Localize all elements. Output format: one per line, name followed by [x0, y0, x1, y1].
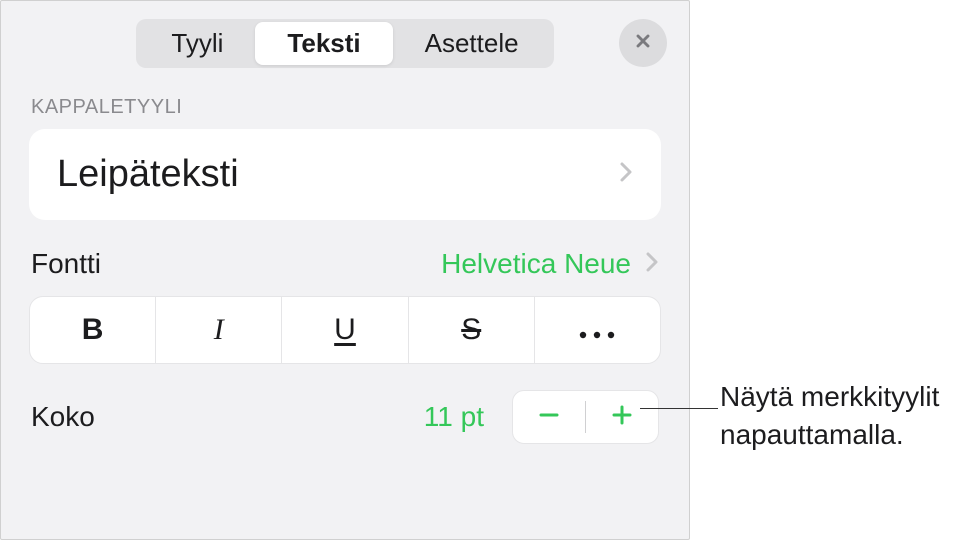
- size-value: 11 pt: [424, 401, 484, 433]
- tab-style[interactable]: Tyyli: [139, 22, 255, 65]
- italic-button[interactable]: I: [156, 297, 282, 363]
- font-value-group: Helvetica Neue: [441, 248, 659, 280]
- close-button[interactable]: [619, 19, 667, 67]
- format-panel: Tyyli Teksti Asettele KAPPALETYYLI Leipä…: [0, 0, 690, 540]
- font-row[interactable]: Fontti Helvetica Neue: [1, 220, 689, 296]
- underline-icon: U: [334, 313, 356, 347]
- tab-arrange[interactable]: Asettele: [393, 22, 551, 65]
- more-options-button[interactable]: [535, 297, 660, 363]
- size-decrease-button[interactable]: [513, 391, 585, 443]
- font-label: Fontti: [31, 248, 101, 280]
- size-stepper: [512, 390, 659, 444]
- size-label: Koko: [31, 401, 95, 433]
- chevron-right-icon: [619, 160, 633, 189]
- tab-segmented-control: Tyyli Teksti Asettele: [136, 19, 553, 68]
- callout-line-2: napauttamalla.: [720, 416, 939, 454]
- plus-icon: [609, 402, 635, 433]
- close-icon: [633, 31, 653, 56]
- underline-button[interactable]: U: [282, 297, 408, 363]
- chevron-right-icon: [645, 250, 659, 279]
- paragraph-style-value: Leipäteksti: [57, 153, 239, 196]
- panel-header: Tyyli Teksti Asettele: [1, 1, 689, 88]
- callout-leader-line: [640, 408, 718, 409]
- callout-text: Näytä merkkityylit napauttamalla.: [720, 378, 939, 454]
- font-value: Helvetica Neue: [441, 248, 631, 280]
- paragraph-style-section-label: KAPPALETYYLI: [1, 88, 689, 129]
- strikethrough-icon: S: [461, 313, 481, 347]
- more-icon: [579, 313, 615, 347]
- callout-line-1: Näytä merkkityylit: [720, 378, 939, 416]
- minus-icon: [536, 402, 562, 433]
- strikethrough-button[interactable]: S: [409, 297, 535, 363]
- bold-button[interactable]: B: [30, 297, 156, 363]
- size-row: Koko 11 pt: [1, 364, 689, 444]
- tab-text[interactable]: Teksti: [255, 22, 392, 65]
- size-increase-button[interactable]: [586, 391, 658, 443]
- size-controls: 11 pt: [424, 390, 659, 444]
- paragraph-style-row[interactable]: Leipäteksti: [29, 129, 661, 220]
- text-style-bar: B I U S: [29, 296, 661, 364]
